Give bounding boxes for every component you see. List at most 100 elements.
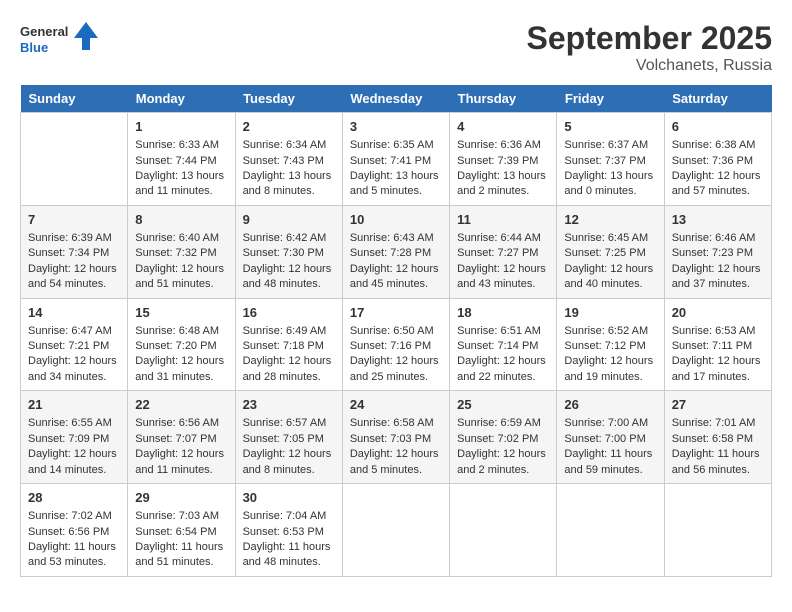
day-info: and 8 minutes. <box>243 463 335 478</box>
day-info: Sunset: 7:23 PM <box>672 246 764 261</box>
day-number: 18 <box>457 304 549 322</box>
day-number: 10 <box>350 211 442 229</box>
day-info: Sunrise: 6:56 AM <box>135 416 227 431</box>
day-cell: 3Sunrise: 6:35 AMSunset: 7:41 PMDaylight… <box>342 113 449 206</box>
day-info: Daylight: 12 hours <box>243 447 335 462</box>
day-info: Sunset: 7:28 PM <box>350 246 442 261</box>
day-cell: 8Sunrise: 6:40 AMSunset: 7:32 PMDaylight… <box>128 205 235 298</box>
day-number: 30 <box>243 489 335 507</box>
day-info: Daylight: 12 hours <box>672 262 764 277</box>
week-row-0: 1Sunrise: 6:33 AMSunset: 7:44 PMDaylight… <box>21 113 772 206</box>
day-info: Sunset: 6:58 PM <box>672 432 764 447</box>
day-info: Sunset: 7:11 PM <box>672 339 764 354</box>
day-info: Sunrise: 7:02 AM <box>28 509 120 524</box>
day-info: Sunrise: 6:48 AM <box>135 324 227 339</box>
day-cell: 23 Sunrise: 6:57 AMSunset: 7:05 PMDayligh… <box>235 391 342 484</box>
day-cell <box>557 484 664 577</box>
header-cell-wednesday: Wednesday <box>342 85 449 113</box>
day-info: Sunrise: 6:52 AM <box>564 324 656 339</box>
day-number: 11 <box>457 211 549 229</box>
day-info: and 48 minutes. <box>243 555 335 570</box>
day-info: Sunrise: 6:35 AM <box>350 138 442 153</box>
day-info: and 53 minutes. <box>28 555 120 570</box>
day-info: Sunset: 7:20 PM <box>135 339 227 354</box>
day-info: Sunset: 7:05 PM <box>243 432 335 447</box>
day-cell: 10Sunrise: 6:43 AMSunset: 7:28 PMDayligh… <box>342 205 449 298</box>
week-row-2: 14Sunrise: 6:47 AMSunset: 7:21 PMDayligh… <box>21 298 772 391</box>
header-cell-friday: Friday <box>557 85 664 113</box>
day-info: Daylight: 12 hours <box>28 447 120 462</box>
day-info: Daylight: 13 hours <box>457 169 549 184</box>
day-cell: 29Sunrise: 7:03 AMSunset: 6:54 PMDayligh… <box>128 484 235 577</box>
day-number: 29 <box>135 489 227 507</box>
day-info: Daylight: 12 hours <box>564 262 656 277</box>
day-cell: 24Sunrise: 6:58 AMSunset: 7:03 PMDayligh… <box>342 391 449 484</box>
day-info: and 11 minutes. <box>135 184 227 199</box>
day-info: Sunset: 7:32 PM <box>135 246 227 261</box>
day-number: 13 <box>672 211 764 229</box>
day-info: Daylight: 11 hours <box>243 540 335 555</box>
calendar-table: SundayMondayTuesdayWednesdayThursdayFrid… <box>20 85 772 577</box>
day-info: Sunrise: 6:45 AM <box>564 231 656 246</box>
day-info: and 56 minutes. <box>672 463 764 478</box>
day-info: and 22 minutes. <box>457 370 549 385</box>
day-info: Sunrise: 6:57 AM <box>243 416 335 431</box>
day-info: Daylight: 12 hours <box>457 354 549 369</box>
day-cell: 14Sunrise: 6:47 AMSunset: 7:21 PMDayligh… <box>21 298 128 391</box>
day-info: Sunset: 6:56 PM <box>28 525 120 540</box>
day-info: Daylight: 12 hours <box>135 354 227 369</box>
day-info: Sunset: 7:36 PM <box>672 154 764 169</box>
day-info: and 31 minutes. <box>135 370 227 385</box>
day-info: Sunset: 7:30 PM <box>243 246 335 261</box>
day-number: 5 <box>564 118 656 136</box>
day-info: Sunrise: 6:38 AM <box>672 138 764 153</box>
day-info: Sunrise: 6:55 AM <box>28 416 120 431</box>
day-info: Sunset: 7:25 PM <box>564 246 656 261</box>
day-info: and 51 minutes. <box>135 555 227 570</box>
day-cell <box>664 484 771 577</box>
location: Volchanets, Russia <box>527 57 772 75</box>
day-info: Daylight: 12 hours <box>28 354 120 369</box>
day-info: Sunrise: 6:47 AM <box>28 324 120 339</box>
day-cell: 7Sunrise: 6:39 AMSunset: 7:34 PMDaylight… <box>21 205 128 298</box>
day-number: 28 <box>28 489 120 507</box>
day-number: 16 <box>243 304 335 322</box>
day-number: 17 <box>350 304 442 322</box>
day-info: and 5 minutes. <box>350 463 442 478</box>
day-info: and 19 minutes. <box>564 370 656 385</box>
day-cell: 9Sunrise: 6:42 AMSunset: 7:30 PMDaylight… <box>235 205 342 298</box>
day-info: Sunrise: 6:33 AM <box>135 138 227 153</box>
day-info: and 51 minutes. <box>135 277 227 292</box>
day-info: Sunrise: 6:50 AM <box>350 324 442 339</box>
day-info: Sunrise: 7:00 AM <box>564 416 656 431</box>
day-cell: 22Sunrise: 6:56 AMSunset: 7:07 PMDayligh… <box>128 391 235 484</box>
week-row-4: 28 Sunrise: 7:02 AMSunset: 6:56 PM Dayligh… <box>21 484 772 577</box>
day-cell <box>450 484 557 577</box>
day-cell: 26Sunrise: 7:00 AMSunset: 7:00 PMDayligh… <box>557 391 664 484</box>
day-info: and 40 minutes. <box>564 277 656 292</box>
day-info: Daylight: 12 hours <box>243 262 335 277</box>
day-number: 14 <box>28 304 120 322</box>
day-info: Sunset: 7:34 PM <box>28 246 120 261</box>
day-number: 20 <box>672 304 764 322</box>
day-number: 24 <box>350 396 442 414</box>
day-info: Sunrise: 6:49 AM <box>243 324 335 339</box>
day-info: Daylight: 13 hours <box>564 169 656 184</box>
day-cell: 2Sunrise: 6:34 AMSunset: 7:43 PMDaylight… <box>235 113 342 206</box>
day-info: Sunset: 6:53 PM <box>243 525 335 540</box>
day-number: 23 <box>243 396 335 414</box>
day-cell: 28Sunrise: 7:02 AMSunset: 6:56 PMDayligh… <box>21 484 128 577</box>
day-number: 22 <box>135 396 227 414</box>
day-info: Daylight: 12 hours <box>457 447 549 462</box>
day-info: Daylight: 12 hours <box>350 262 442 277</box>
day-number: 8 <box>135 211 227 229</box>
day-info: and 11 minutes. <box>135 463 227 478</box>
day-info: Daylight: 12 hours <box>135 447 227 462</box>
day-cell: 16Sunrise: 6:49 AMSunset: 7:18 PMDayligh… <box>235 298 342 391</box>
day-info: Sunrise: 6:37 AM <box>564 138 656 153</box>
day-info: Sunrise: 6:40 AM <box>135 231 227 246</box>
day-number: 26 <box>564 396 656 414</box>
day-info: Sunset: 7:00 PM <box>564 432 656 447</box>
day-info: Daylight: 12 hours <box>672 354 764 369</box>
day-number: 6 <box>672 118 764 136</box>
